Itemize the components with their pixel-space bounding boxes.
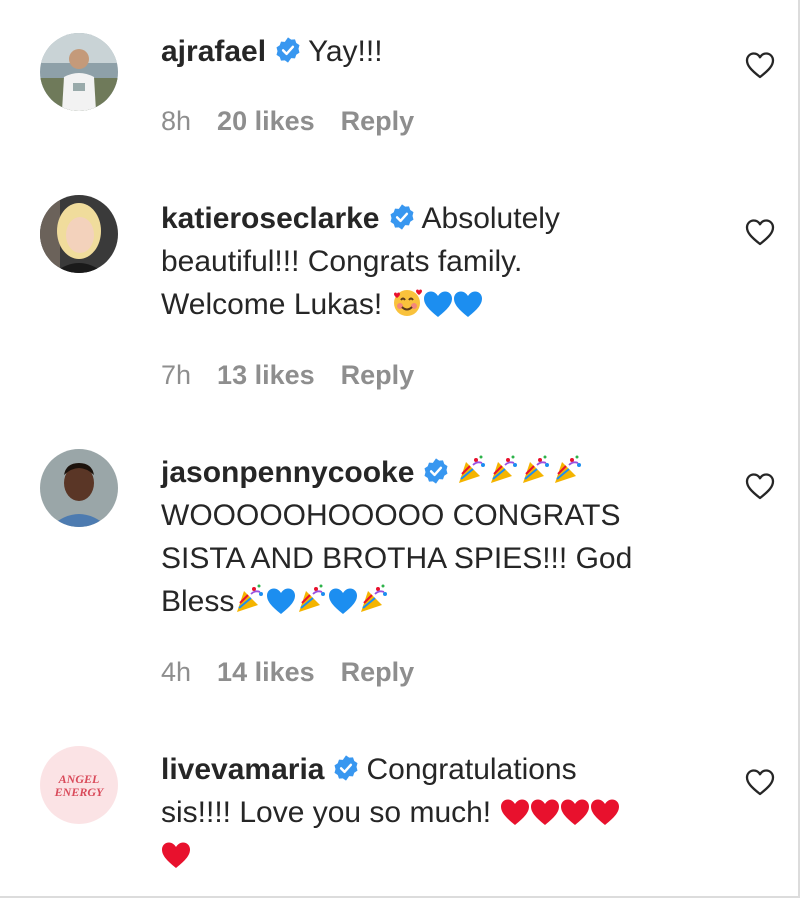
party-popper-emoji (459, 455, 486, 483)
party-popper-emoji (491, 455, 518, 483)
like-button[interactable] (745, 218, 775, 246)
comment-body-line: beautiful!!! Congrats family. (161, 245, 523, 278)
heart-outline-icon (745, 769, 775, 796)
avatar[interactable] (40, 195, 118, 273)
party-popper-emoji (523, 455, 550, 483)
comment-time: 8h (161, 106, 192, 136)
verified-badge-icon (424, 458, 448, 484)
avatar[interactable] (40, 33, 118, 111)
red-heart-emoji (530, 799, 559, 825)
comment-body: Yay!!! (308, 35, 383, 68)
comment-time: 7h (161, 360, 192, 390)
comment-body-line: Bless (161, 585, 235, 618)
heart-outline-icon (745, 52, 775, 79)
avatar[interactable]: ANGEL ENERGY (40, 746, 118, 824)
comment-meta: 4h 14 likes Reply (161, 657, 440, 688)
likes-count[interactable]: 14 likes (217, 657, 315, 687)
avatar-logo-text: ENERGY (54, 785, 105, 799)
comment-body-line: Congratulations (366, 753, 577, 786)
comment-body-line: sis!!!! Love you so much! (161, 796, 492, 829)
like-button[interactable] (745, 768, 775, 796)
party-popper-emoji (361, 584, 388, 612)
smiling-face-with-hearts-emoji (393, 289, 422, 316)
red-heart-emoji (162, 842, 190, 868)
party-popper-emoji (555, 455, 582, 483)
comment-body-line: SISTA AND BROTHA SPIES!!! God (161, 542, 633, 575)
party-popper-emoji (237, 584, 264, 612)
comments-panel: ajrafael Yay!!! 8h 20 likes Reply katierose… (0, 0, 800, 898)
likes-count[interactable]: 13 likes (217, 360, 315, 390)
comment-body-line: Welcome Lukas! (161, 288, 383, 321)
like-button[interactable] (745, 51, 775, 79)
comment-body-line: Absolutely (421, 202, 560, 235)
party-popper-emoji (299, 584, 326, 612)
comment-meta: 7h 13 likes Reply (161, 360, 440, 391)
reply-button[interactable]: Reply (341, 657, 415, 687)
comment-text: livevamaria Congratulations sis!!!! Love … (161, 748, 721, 877)
red-heart-emoji (560, 799, 589, 825)
username[interactable]: livevamaria (161, 753, 324, 786)
avatar[interactable] (40, 449, 118, 527)
reply-button[interactable]: Reply (341, 360, 415, 390)
red-heart-emoji (590, 799, 619, 825)
like-button[interactable] (745, 472, 775, 500)
username[interactable]: ajrafael (161, 35, 266, 68)
username[interactable]: katieroseclarke (161, 202, 380, 235)
username[interactable]: jasonpennycooke (161, 456, 414, 489)
comment-time: 4h (161, 657, 192, 687)
likes-count[interactable]: 20 likes (217, 106, 315, 136)
comment-meta: 8h 20 likes Reply (161, 106, 440, 137)
verified-badge-icon (390, 204, 413, 230)
comment-text: katieroseclarke Absolutely beautiful!!! C… (161, 197, 721, 326)
comment-text: ajrafael Yay!!! (161, 30, 721, 73)
heart-outline-icon (745, 473, 775, 500)
verified-badge-icon (334, 755, 358, 781)
blue-heart-emoji (267, 588, 296, 614)
verified-badge-icon (276, 37, 300, 63)
blue-heart-emoji (329, 588, 358, 614)
comment-text: jasonpennycooke WOOOOOHOOOOO CONGRATS SI… (161, 451, 721, 623)
avatar-logo-text: ANGEL (58, 772, 100, 786)
blue-heart-emoji (423, 291, 452, 317)
red-heart-emoji (500, 799, 529, 825)
reply-button[interactable]: Reply (341, 106, 415, 136)
blue-heart-emoji (453, 291, 482, 317)
comment-body-line: WOOOOOHOOOOO CONGRATS (161, 499, 621, 532)
heart-outline-icon (745, 219, 775, 246)
